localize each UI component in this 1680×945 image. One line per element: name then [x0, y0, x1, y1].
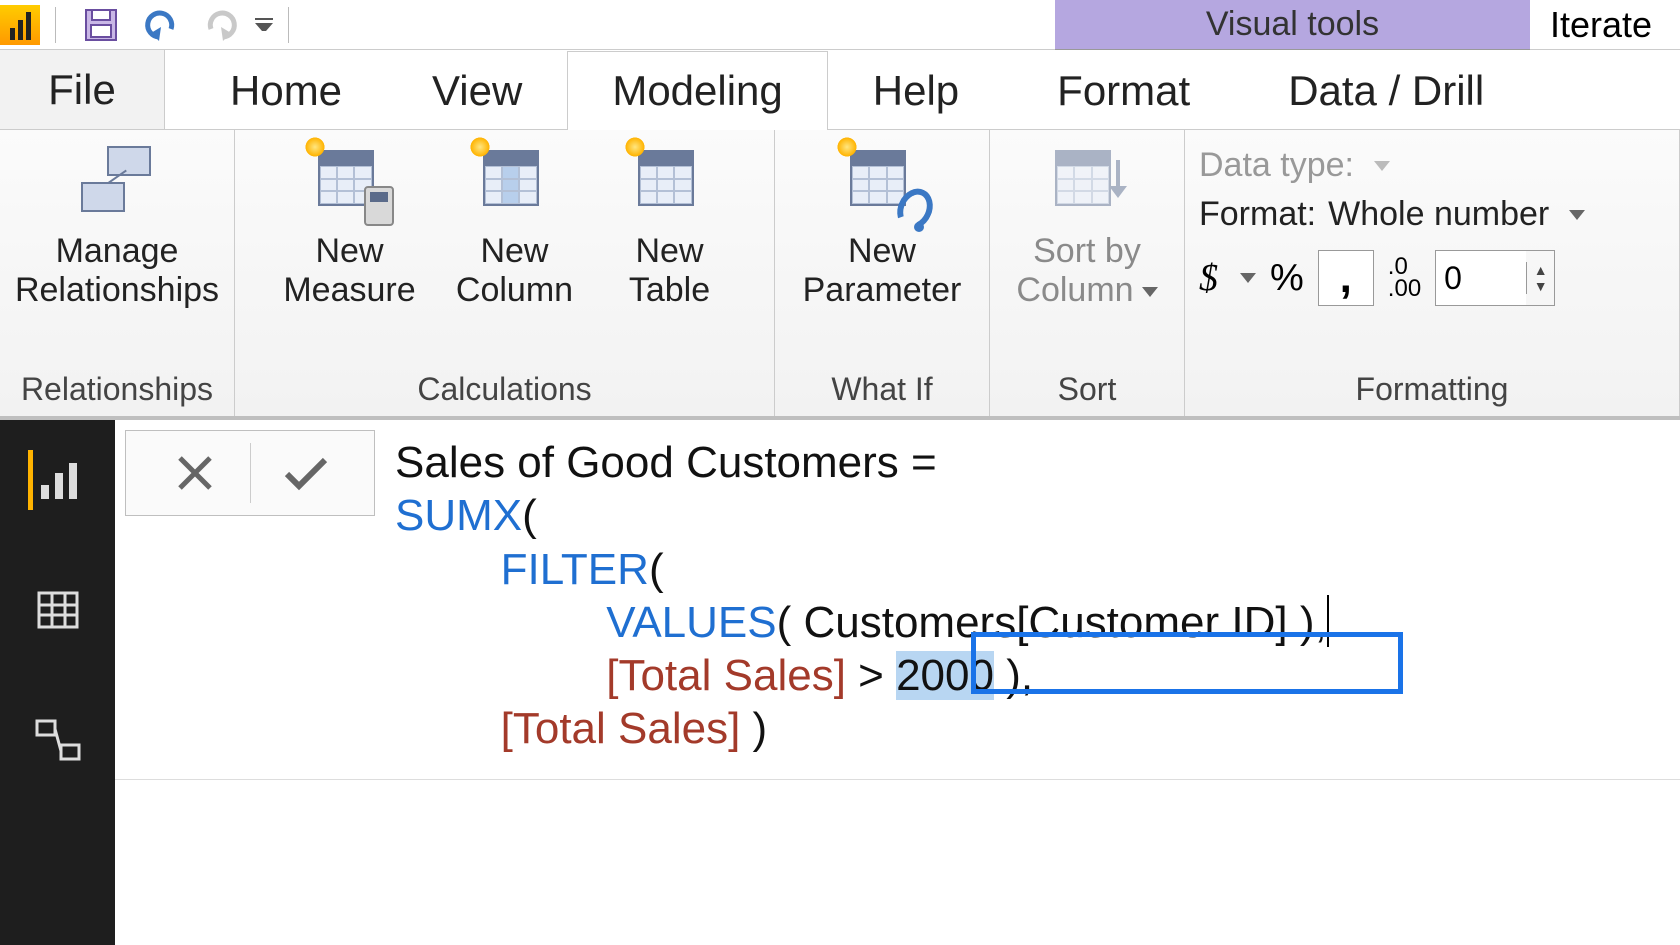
format-dropdown[interactable]: Format: Whole number	[1185, 193, 1679, 236]
quick-access-toolbar: Visual tools Iterate	[0, 0, 1680, 50]
left-view-rail	[0, 420, 115, 945]
tab-view[interactable]: View	[387, 51, 567, 130]
window-title-fragment: Iterate	[1530, 4, 1680, 46]
group-sort: Sort by Column Sort	[990, 130, 1185, 416]
data-type-dropdown[interactable]: Data type:	[1185, 144, 1679, 187]
tab-help[interactable]: Help	[828, 51, 1004, 130]
group-what-if: New Parameter What If	[775, 130, 990, 416]
dax-measure-ref: [Total Sales]	[606, 651, 846, 700]
data-view-button[interactable]	[28, 580, 88, 640]
selected-text: 2000	[896, 651, 994, 700]
button-label: Sort by Column	[1016, 232, 1157, 310]
contextual-tab-visual-tools[interactable]: Visual tools	[1055, 0, 1530, 50]
button-label: Manage Relationships	[15, 232, 219, 310]
group-label: What If	[775, 365, 989, 416]
thousand-separator-button[interactable]: ,	[1318, 250, 1374, 306]
tab-data-drill[interactable]: Data / Drill	[1243, 51, 1529, 130]
ribbon: Manage Relationships Relationships New M…	[0, 130, 1680, 420]
tab-file[interactable]: File	[0, 50, 165, 129]
dax-function-sumx: SUMX	[395, 491, 522, 540]
new-parameter-button[interactable]: New Parameter	[782, 138, 982, 310]
dax-function-values: VALUES	[606, 598, 776, 647]
format-label: Format:	[1199, 195, 1316, 234]
chevron-down-icon[interactable]	[1240, 273, 1256, 283]
group-label: Sort	[990, 365, 1184, 416]
group-relationships: Manage Relationships Relationships	[0, 130, 235, 416]
chevron-down-icon	[1142, 287, 1158, 297]
group-formatting: Data type: Format: Whole number $ % , .0…	[1185, 130, 1680, 416]
separator	[288, 7, 289, 43]
decimal-places-stepper[interactable]: ▲▼	[1435, 250, 1555, 306]
step-up-icon[interactable]: ▲	[1527, 262, 1554, 278]
format-value: Whole number	[1328, 195, 1549, 234]
group-label: Relationships	[0, 365, 234, 416]
ribbon-tabstrip: File Home View Modeling Help Format Data…	[0, 50, 1680, 130]
decimal-places-input[interactable]	[1436, 251, 1526, 305]
button-label: New Measure	[283, 232, 415, 310]
separator	[55, 7, 56, 43]
model-view-button[interactable]	[28, 710, 88, 770]
button-label: New Table	[629, 232, 710, 310]
undo-button[interactable]	[139, 3, 183, 47]
button-label: New Column	[456, 232, 573, 310]
tab-home[interactable]: Home	[185, 51, 387, 130]
new-table-button[interactable]: New Table	[595, 138, 745, 310]
commit-formula-button[interactable]	[251, 432, 361, 514]
chevron-down-icon	[1569, 210, 1585, 220]
currency-button[interactable]: $	[1199, 256, 1218, 300]
group-calculations: New Measure New Column New Table Calcula…	[235, 130, 775, 416]
redo-button[interactable]	[199, 3, 243, 47]
formula-bar: Sales of Good Customers = SUMX( FILTER( …	[115, 420, 1680, 780]
canvas-area: Iter Sales of Good Customers = SUMX( FIL…	[115, 420, 1680, 945]
new-measure-button[interactable]: New Measure	[265, 138, 435, 310]
new-column-button[interactable]: New Column	[435, 138, 595, 310]
measure-name: Sales of Good Customers =	[395, 438, 949, 487]
button-label: New Parameter	[803, 232, 962, 310]
report-view-button[interactable]	[28, 450, 88, 510]
cancel-formula-button[interactable]	[140, 432, 250, 514]
dax-measure-ref: [Total Sales]	[501, 704, 741, 753]
sort-by-column-button[interactable]: Sort by Column	[996, 138, 1178, 310]
tab-format[interactable]: Format	[1004, 51, 1243, 130]
chevron-down-icon	[1374, 161, 1390, 171]
qat-customize-dropdown[interactable]	[255, 18, 273, 31]
data-type-label: Data type:	[1199, 146, 1354, 185]
workspace: Iter Sales of Good Customers = SUMX( FIL…	[0, 420, 1680, 945]
manage-relationships-button[interactable]: Manage Relationships	[7, 138, 227, 310]
decimal-icon[interactable]: .0 .00	[1388, 256, 1421, 299]
group-label: Calculations	[235, 365, 774, 416]
text-cursor	[1327, 595, 1329, 647]
formula-controls	[125, 430, 375, 516]
tab-modeling[interactable]: Modeling	[567, 51, 827, 130]
app-logo	[0, 5, 40, 45]
save-button[interactable]	[79, 3, 123, 47]
step-down-icon[interactable]: ▼	[1527, 278, 1554, 294]
dax-function-filter: FILTER	[501, 545, 649, 594]
group-label: Formatting	[1185, 365, 1679, 416]
formula-editor[interactable]: Sales of Good Customers = SUMX( FILTER( …	[385, 420, 1680, 776]
percent-button[interactable]: %	[1270, 257, 1304, 300]
